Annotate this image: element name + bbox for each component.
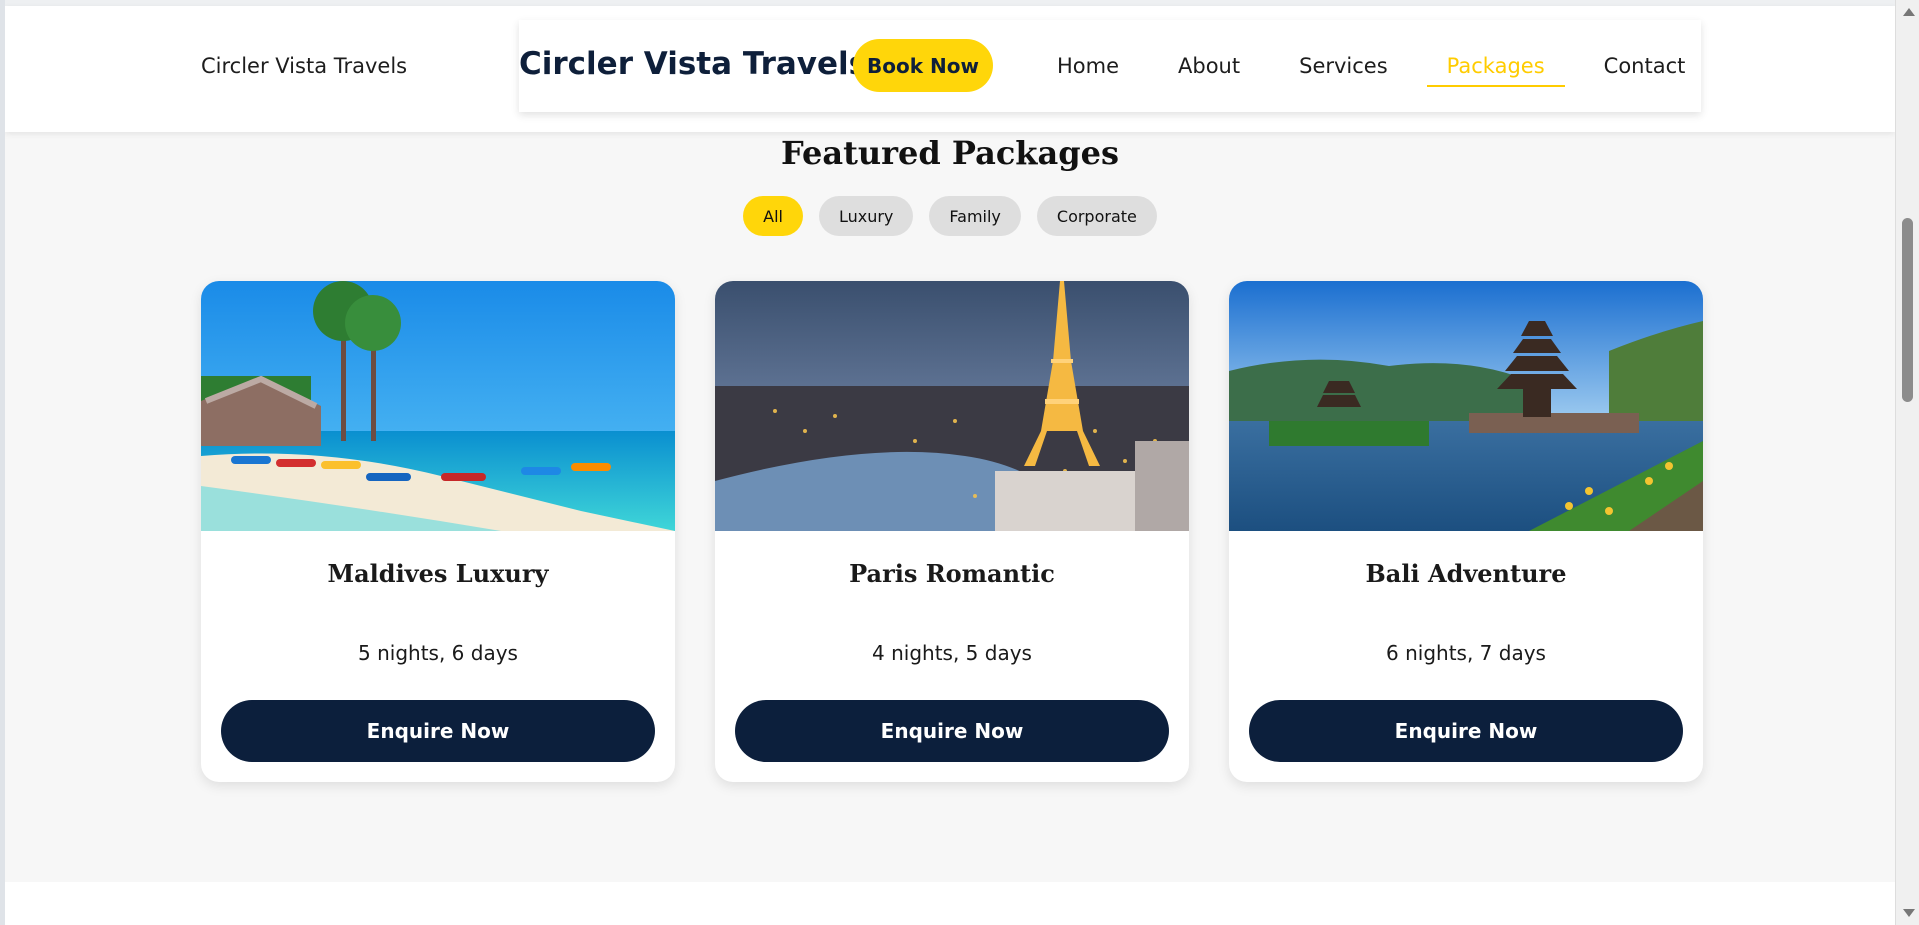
card-title: Paris Romantic <box>849 559 1055 588</box>
enquire-now-button[interactable]: Enquire Now <box>221 700 655 762</box>
card-title: Bali Adventure <box>1365 559 1567 588</box>
nav-link-about[interactable]: About <box>1178 54 1240 78</box>
nav-links: Home About Services Packages Contact <box>1057 20 1685 112</box>
bali-temple-image <box>1229 281 1703 531</box>
package-card-bali: Bali Adventure 6 nights, 7 days Enquire … <box>1229 281 1703 782</box>
package-filters: All Luxury Family Corporate <box>5 196 1895 236</box>
brand-name-small[interactable]: Circler Vista Travels <box>201 54 407 78</box>
card-duration: 5 nights, 6 days <box>358 641 518 665</box>
filter-family[interactable]: Family <box>929 196 1021 236</box>
card-title: Maldives Luxury <box>327 559 549 588</box>
site-header: Circler Vista Travels Circler Vista Trav… <box>5 6 1895 132</box>
brand-logo-text[interactable]: Circler Vista Travels <box>519 46 867 82</box>
scroll-up-arrow-icon[interactable] <box>1903 8 1915 16</box>
section-title: Featured Packages <box>781 134 1119 172</box>
nav-link-services[interactable]: Services <box>1299 54 1388 78</box>
filter-luxury[interactable]: Luxury <box>818 196 914 236</box>
nav-link-contact[interactable]: Contact <box>1604 54 1686 78</box>
nav-bar: Circler Vista Travels Book Now Home Abou… <box>519 20 1701 112</box>
page-viewport: Circler Vista Travels Circler Vista Trav… <box>5 0 1895 925</box>
scrollbar-thumb[interactable] <box>1902 218 1913 402</box>
maldives-beach-image <box>201 281 675 531</box>
card-duration: 6 nights, 7 days <box>1386 641 1546 665</box>
package-cards: Maldives Luxury 5 nights, 6 days Enquire… <box>201 281 1703 782</box>
vertical-scrollbar[interactable] <box>1895 0 1919 925</box>
nav-link-home[interactable]: Home <box>1057 54 1119 78</box>
filter-all[interactable]: All <box>743 196 803 236</box>
enquire-now-button[interactable]: Enquire Now <box>735 700 1169 762</box>
paris-eiffel-image <box>715 281 1189 531</box>
nav-link-packages[interactable]: Packages <box>1426 54 1565 87</box>
book-now-button[interactable]: Book Now <box>853 39 993 92</box>
scroll-down-arrow-icon[interactable] <box>1903 909 1915 917</box>
next-section <box>5 882 1895 925</box>
card-duration: 4 nights, 5 days <box>872 641 1032 665</box>
filter-corporate[interactable]: Corporate <box>1036 196 1157 236</box>
package-card-maldives: Maldives Luxury 5 nights, 6 days Enquire… <box>201 281 675 782</box>
package-card-paris: Paris Romantic 4 nights, 5 days Enquire … <box>715 281 1189 782</box>
enquire-now-button[interactable]: Enquire Now <box>1249 700 1683 762</box>
